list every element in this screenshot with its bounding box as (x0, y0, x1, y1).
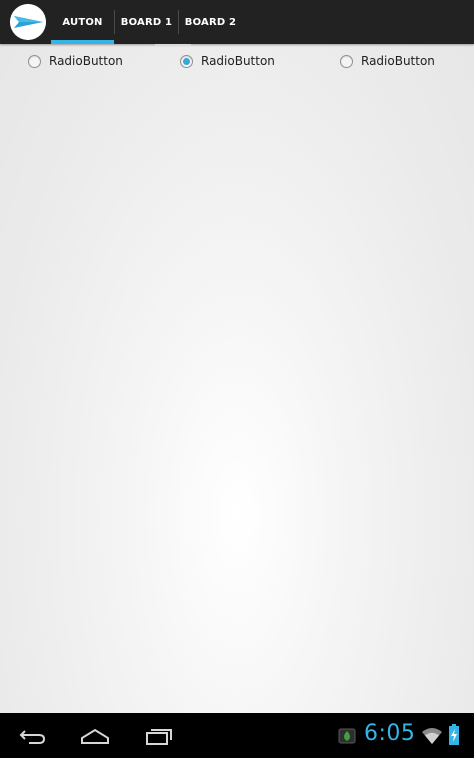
tab-board-2[interactable]: BOARD 2 (179, 0, 242, 44)
tab-auton-label: AUTON (62, 16, 103, 28)
status-area[interactable]: 6:05 (334, 713, 474, 758)
radio-button-1-label: RadioButton (49, 54, 123, 68)
radio-button-2-label: RadioButton (201, 54, 275, 68)
action-bar: AUTON BOARD 1 BOARD 2 (0, 0, 474, 44)
radio-button-2[interactable]: RadioButton (180, 52, 275, 70)
tab-board-2-label: BOARD 2 (184, 16, 237, 28)
tab-underline-shadow (155, 44, 191, 46)
recent-apps-icon (146, 729, 172, 745)
clock: 6:05 (364, 721, 416, 746)
home-button[interactable] (75, 721, 115, 751)
home-icon (81, 728, 109, 744)
paper-plane-icon[interactable] (10, 4, 46, 40)
radio-unchecked-icon[interactable] (28, 54, 41, 68)
radio-button-1[interactable]: RadioButton (28, 52, 123, 70)
radio-checked-icon[interactable] (180, 54, 193, 68)
system-nav-bar: 6:05 (0, 713, 474, 758)
radio-button-3-label: RadioButton (361, 54, 435, 68)
tab-auton[interactable]: AUTON (51, 0, 114, 44)
recent-apps-button[interactable] (139, 721, 179, 751)
wifi-icon (422, 728, 442, 744)
back-icon (19, 730, 46, 744)
back-button[interactable] (12, 721, 52, 751)
radio-button-3[interactable]: RadioButton (340, 52, 435, 70)
tab-board-1[interactable]: BOARD 1 (115, 0, 178, 44)
battery-charging-icon (449, 724, 459, 745)
selected-tab-indicator (51, 40, 114, 44)
app-screen: AUTON BOARD 1 BOARD 2 RadioButton RadioB… (0, 0, 474, 758)
tab-board-1-label: BOARD 1 (120, 16, 173, 28)
radio-unchecked-icon[interactable] (340, 54, 353, 68)
notification-icon (338, 728, 356, 744)
